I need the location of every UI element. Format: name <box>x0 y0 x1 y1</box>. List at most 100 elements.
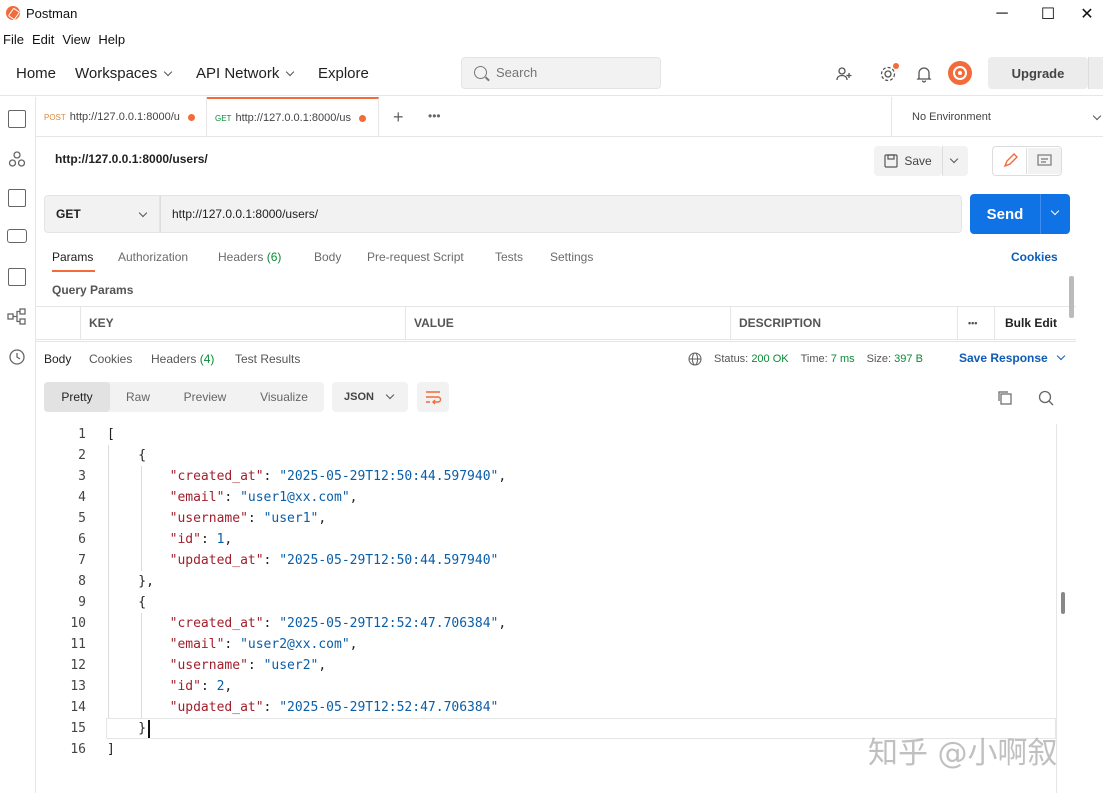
view-visualize-button[interactable]: Visualize <box>244 382 324 412</box>
search-response-icon[interactable] <box>1037 389 1055 407</box>
save-button[interactable]: Save <box>874 146 942 176</box>
edit-pencil-icon[interactable] <box>994 148 1027 174</box>
tab-method: POST <box>44 113 66 122</box>
edit-comment-toggle <box>992 146 1062 176</box>
view-preview-button[interactable]: Preview <box>166 382 244 412</box>
tab-url: http://127.0.0.1:8000/us <box>235 112 353 124</box>
tab-post-request[interactable]: POST http://127.0.0.1:8000/u <box>36 97 207 137</box>
close-button[interactable]: ✕ <box>1071 0 1103 28</box>
left-sidebar <box>0 97 36 793</box>
view-raw-button[interactable]: Raw <box>110 382 166 412</box>
save-response-button[interactable]: Save Response <box>959 351 1064 365</box>
chevron-down-icon <box>1093 112 1101 120</box>
bulk-edit-button[interactable]: Bulk Edit <box>994 307 1074 339</box>
line-number: 14 <box>56 697 86 718</box>
tab-tests[interactable]: Tests <box>495 250 523 264</box>
save-dropdown-button[interactable] <box>942 146 968 176</box>
params-table-header: KEY VALUE DESCRIPTION ••• Bulk Edit <box>36 306 1076 340</box>
method-select[interactable]: GET <box>44 195 160 233</box>
url-input[interactable]: http://127.0.0.1:8000/users/ <box>160 195 962 233</box>
apis-icon[interactable] <box>8 150 26 168</box>
environments-icon[interactable] <box>8 189 26 207</box>
environment-selector[interactable]: No Environment <box>891 97 1103 137</box>
request-scrollbar[interactable] <box>1069 276 1074 318</box>
add-user-icon[interactable] <box>834 64 854 84</box>
editor-scrollbar-thumb[interactable] <box>1061 592 1065 614</box>
minimize-button[interactable]: ─ <box>979 0 1025 28</box>
tab-settings[interactable]: Settings <box>550 250 593 264</box>
nav-explore[interactable]: Explore <box>318 65 369 82</box>
response-tab-headers[interactable]: Headers (4) <box>151 352 214 366</box>
tab-get-request[interactable]: GET http://127.0.0.1:8000/us <box>207 97 379 137</box>
tab-body[interactable]: Body <box>314 250 341 264</box>
menu-file[interactable]: File <box>0 30 29 50</box>
tab-headers[interactable]: Headers (6) <box>218 250 281 264</box>
tab-params[interactable]: Params <box>52 250 93 264</box>
line-number: 8 <box>56 571 86 592</box>
history-icon[interactable] <box>8 348 26 366</box>
new-tab-plus-icon[interactable]: + <box>393 107 404 128</box>
code-text: }, <box>107 571 154 592</box>
line-number: 12 <box>56 655 86 676</box>
response-tab-body[interactable]: Body <box>44 352 71 366</box>
nav-home[interactable]: Home <box>16 65 56 82</box>
flows-icon[interactable] <box>7 308 27 326</box>
response-view-selector: Pretty Raw Preview Visualize <box>44 382 324 412</box>
search-icon <box>474 66 487 79</box>
menu-view[interactable]: View <box>59 30 95 50</box>
code-text: "username": "user2", <box>107 655 326 676</box>
line-number: 1 <box>56 424 86 445</box>
line-number: 5 <box>56 508 86 529</box>
search-input[interactable] <box>496 65 646 80</box>
maximize-button[interactable]: ☐ <box>1025 0 1071 28</box>
search-box[interactable] <box>461 57 661 89</box>
response-body-editor[interactable]: 1[2 {3 "created_at": "2025-05-29T12:50:4… <box>36 424 1076 764</box>
mock-servers-icon[interactable] <box>7 229 27 243</box>
format-select[interactable]: JSON <box>332 382 408 412</box>
send-dropdown-button[interactable] <box>1040 194 1070 234</box>
line-number: 6 <box>56 529 86 550</box>
response-tab-cookies[interactable]: Cookies <box>89 352 132 366</box>
chevron-down-icon <box>1056 352 1064 360</box>
menu-help[interactable]: Help <box>95 30 130 50</box>
upgrade-button[interactable]: Upgrade <box>988 57 1088 89</box>
column-value: VALUE <box>405 307 730 339</box>
status-label: Status: <box>714 353 748 365</box>
time-value: 7 ms <box>831 353 855 365</box>
response-tab-test-results[interactable]: Test Results <box>235 352 300 366</box>
more-tabs-icon[interactable]: ••• <box>428 109 441 123</box>
code-text: "updated_at": "2025-05-29T12:50:44.59794… <box>107 550 498 571</box>
copy-icon[interactable] <box>996 389 1014 407</box>
format-value: JSON <box>344 391 374 403</box>
code-text: "created_at": "2025-05-29T12:52:47.70638… <box>107 613 506 634</box>
nav-api-network[interactable]: API Network <box>196 65 293 82</box>
query-params-heading: Query Params <box>52 283 133 297</box>
code-text: "email": "user2@xx.com", <box>107 634 357 655</box>
nav-workspaces[interactable]: Workspaces <box>75 65 171 82</box>
upgrade-dropdown-button[interactable] <box>1088 57 1103 89</box>
collections-icon[interactable] <box>8 110 26 128</box>
wrap-lines-button[interactable] <box>417 382 449 412</box>
line-number: 16 <box>56 739 86 760</box>
view-pretty-button[interactable]: Pretty <box>44 382 110 412</box>
more-options-icon[interactable]: ••• <box>957 307 994 339</box>
line-number: 15 <box>56 718 86 739</box>
cookies-link[interactable]: Cookies <box>1011 250 1058 264</box>
title-bar: Postman ─ ☐ ✕ <box>0 0 1103 28</box>
method-value: GET <box>56 207 81 221</box>
time-info: Time: 7 ms <box>801 353 855 365</box>
send-button[interactable]: Send <box>970 194 1040 234</box>
comment-icon[interactable] <box>1028 148 1061 174</box>
bell-icon[interactable] <box>914 64 934 84</box>
tab-authorization[interactable]: Authorization <box>118 250 188 264</box>
line-number: 3 <box>56 466 86 487</box>
tab-pre-request-script[interactable]: Pre-request Script <box>367 250 464 264</box>
settings-icon[interactable] <box>878 64 898 84</box>
monitors-icon[interactable] <box>8 268 26 286</box>
response-headers-count: (4) <box>200 352 215 366</box>
menu-edit[interactable]: Edit <box>29 30 59 50</box>
code-text: "username": "user1", <box>107 508 326 529</box>
avatar[interactable] <box>948 61 972 85</box>
line-number: 7 <box>56 550 86 571</box>
chevron-down-icon <box>139 209 147 217</box>
